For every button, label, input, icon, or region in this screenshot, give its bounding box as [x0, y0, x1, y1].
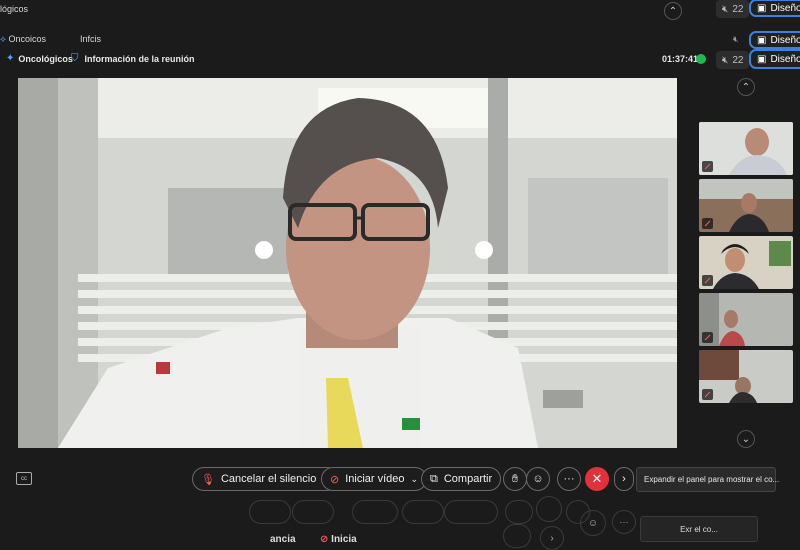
- speaker-video-frame: [18, 78, 677, 448]
- captions-button[interactable]: cc: [16, 472, 32, 485]
- participant-count-chip[interactable]: 🔇︎ 22: [716, 0, 750, 18]
- ghost-control: [249, 500, 291, 524]
- shield-icon: ⛉: [71, 53, 79, 64]
- reaction-icon: ☺: [532, 473, 544, 485]
- org-name: ✦ Oncológicos: [6, 53, 73, 64]
- participant-thumbnail[interactable]: [699, 350, 793, 403]
- participant-count-chip[interactable]: 🔇︎ 22: [716, 51, 750, 69]
- participant-thumbnail[interactable]: [699, 293, 793, 346]
- muted-microphone-icon: [702, 389, 713, 400]
- layout-button-ghost[interactable]: ▣ Diseño: [749, 31, 800, 49]
- layout-icon: ▣: [757, 34, 767, 46]
- end-call-icon: ✕: [591, 471, 603, 486]
- layout-icon: ▣: [757, 2, 767, 14]
- muted-people-icon: 🔇︎: [722, 54, 729, 66]
- thumbnails-scroll-down-button[interactable]: ⌄: [737, 430, 755, 448]
- webex-logo-icon: ⟡: [0, 34, 6, 44]
- layout-icon: ▣: [757, 53, 767, 65]
- muted-microphone-icon: [702, 161, 713, 172]
- caption-icon: cc: [21, 475, 27, 482]
- reactions-button[interactable]: ☺: [526, 467, 550, 491]
- ghost-control: ☺: [580, 510, 606, 536]
- chevron-right-icon: ›: [622, 473, 626, 485]
- chevron-down-icon: ⌄: [410, 473, 419, 484]
- participant-video-frame: [699, 122, 793, 175]
- ghost-info: Infcis: [80, 34, 102, 44]
- hand-raise-icon: ✋︎: [511, 472, 519, 485]
- meeting-info-button[interactable]: ⛉ Información de la reunión: [71, 53, 195, 64]
- share-button[interactable]: ⧉ Compartir: [421, 467, 502, 491]
- muted-people-icon: 🔇︎: [733, 34, 739, 44]
- layout-button[interactable]: ▣ Diseño: [749, 49, 800, 69]
- expand-panel-tooltip: Expandir el panel para mostrar el co...: [636, 467, 779, 492]
- participant-thumbnail[interactable]: [699, 236, 793, 289]
- meeting-timer: 01:37:41: [662, 54, 699, 64]
- chevron-down-icon: ⌄: [741, 433, 751, 445]
- participant-video-frame: [699, 179, 793, 232]
- muted-microphone-icon: [702, 218, 713, 229]
- connection-status-icon: [696, 54, 706, 64]
- main-speaker-video[interactable]: [18, 78, 677, 448]
- ghost-control: ›: [540, 526, 564, 550]
- layout-button[interactable]: ▣ Diseño: [749, 0, 800, 17]
- more-options-button[interactable]: ···: [557, 467, 581, 491]
- participant-video-frame: [699, 236, 793, 289]
- ghost-tooltip: Exr el co...: [640, 516, 758, 542]
- participant-video-frame: [699, 350, 793, 403]
- chevron-up-icon: ⌃: [741, 81, 751, 93]
- participant-thumbnail[interactable]: [699, 122, 793, 175]
- more-icon: ···: [563, 473, 575, 485]
- ghost-control: [444, 500, 498, 524]
- raise-hand-button[interactable]: ✋︎: [503, 467, 527, 491]
- microphone-off-icon: 🎙︎: [201, 473, 215, 486]
- muted-microphone-icon: [702, 275, 713, 286]
- reaction-icon: ☺: [587, 517, 599, 529]
- unmute-button[interactable]: 🎙︎ Cancelar el silencio ⌄: [192, 467, 339, 491]
- muted-people-icon: 🔇︎: [722, 3, 729, 15]
- window-title-fragment: lógicos: [0, 4, 29, 14]
- ghost-control: [352, 500, 398, 524]
- webex-logo-icon: ✦: [6, 53, 15, 64]
- video-off-icon: ⊘: [320, 534, 329, 545]
- ghost-control: [292, 500, 334, 524]
- ghost-label: ancia: [270, 534, 296, 545]
- ghost-control: [402, 500, 444, 524]
- ghost-control: [536, 496, 562, 522]
- layout-label: Diseño: [770, 2, 800, 14]
- start-video-button[interactable]: ⊘ Iniciar vídeo ⌄: [321, 467, 428, 491]
- participant-video-frame: [699, 293, 793, 346]
- expand-panel-button[interactable]: ›: [614, 467, 634, 491]
- leave-meeting-button[interactable]: ✕: [585, 467, 609, 491]
- ghost-control: ···: [612, 510, 636, 534]
- thumbnails-scroll-up-button[interactable]: ⌃: [737, 78, 755, 96]
- ghost-control: [503, 524, 531, 548]
- participant-count: 22: [732, 3, 744, 15]
- video-off-icon: ⊘: [330, 473, 340, 486]
- share-screen-icon: ⧉: [430, 472, 438, 485]
- ghost-org-name: ⟡ Oncoicos: [0, 34, 46, 44]
- participant-thumbnail[interactable]: [699, 179, 793, 232]
- ghost-label: ⊘ Inicia: [320, 534, 357, 545]
- muted-microphone-icon: [702, 332, 713, 343]
- scroll-up-button[interactable]: ⌃: [664, 2, 682, 20]
- ghost-control: [505, 500, 533, 524]
- chevron-up-icon: ⌃: [668, 5, 678, 17]
